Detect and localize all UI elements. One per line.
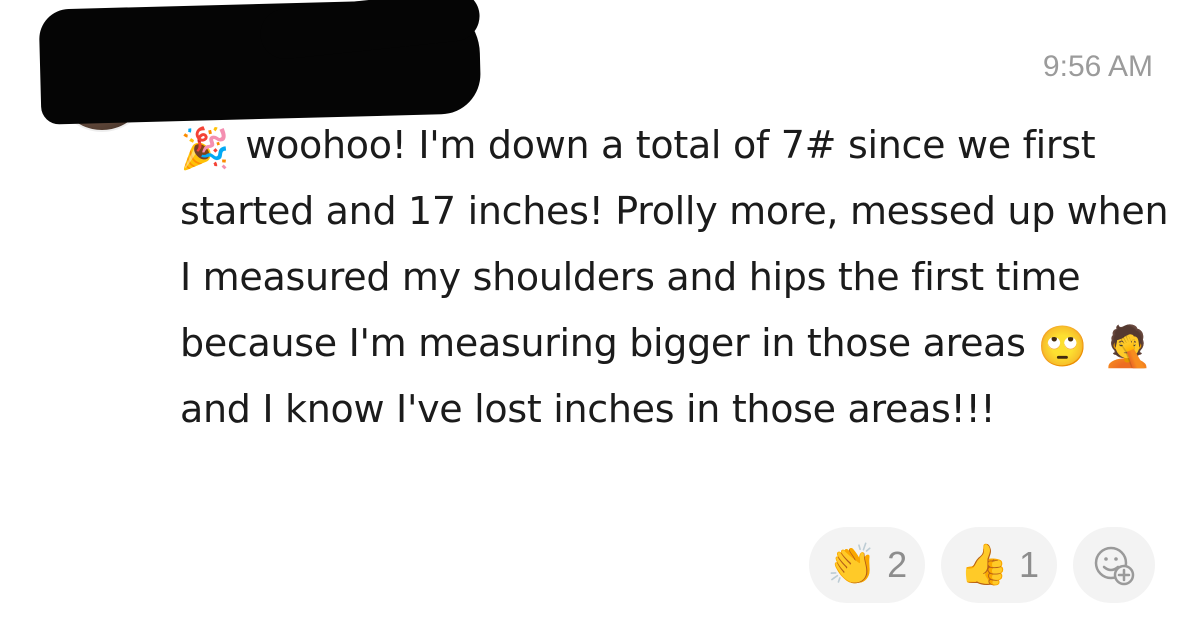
party-popper-icon: 🎉: [180, 126, 230, 172]
add-reaction-icon: [1094, 546, 1135, 586]
reaction-count: 1: [1018, 544, 1039, 585]
message-timestamp: 9:56 AM: [1042, 50, 1153, 83]
message-container: 9:56 AM 🎉 woohoo! I'm down a total of 7#…: [0, 0, 1200, 638]
reactions-bar: 👏 2 👍 1: [809, 527, 1155, 603]
message-text-part1: woohoo! I'm down a total of 7# since we …: [180, 123, 1169, 365]
thumbs-up-icon: 👍: [959, 542, 1009, 588]
reaction-count: 2: [887, 544, 908, 585]
message-text-part2: and I know I've lost inches in those are…: [180, 387, 996, 431]
reaction-clap-button[interactable]: 👏 2: [809, 527, 926, 603]
eye-roll-icon: 🙄: [1037, 324, 1087, 370]
message-body: 🎉 woohoo! I'm down a total of 7# since w…: [180, 112, 1170, 442]
add-reaction-button[interactable]: [1073, 527, 1155, 603]
clapping-hands-icon: 👏: [827, 542, 878, 588]
facepalm-icon: 🤦: [1102, 324, 1153, 370]
reaction-thumbs-up-button[interactable]: 👍 1: [941, 527, 1057, 603]
